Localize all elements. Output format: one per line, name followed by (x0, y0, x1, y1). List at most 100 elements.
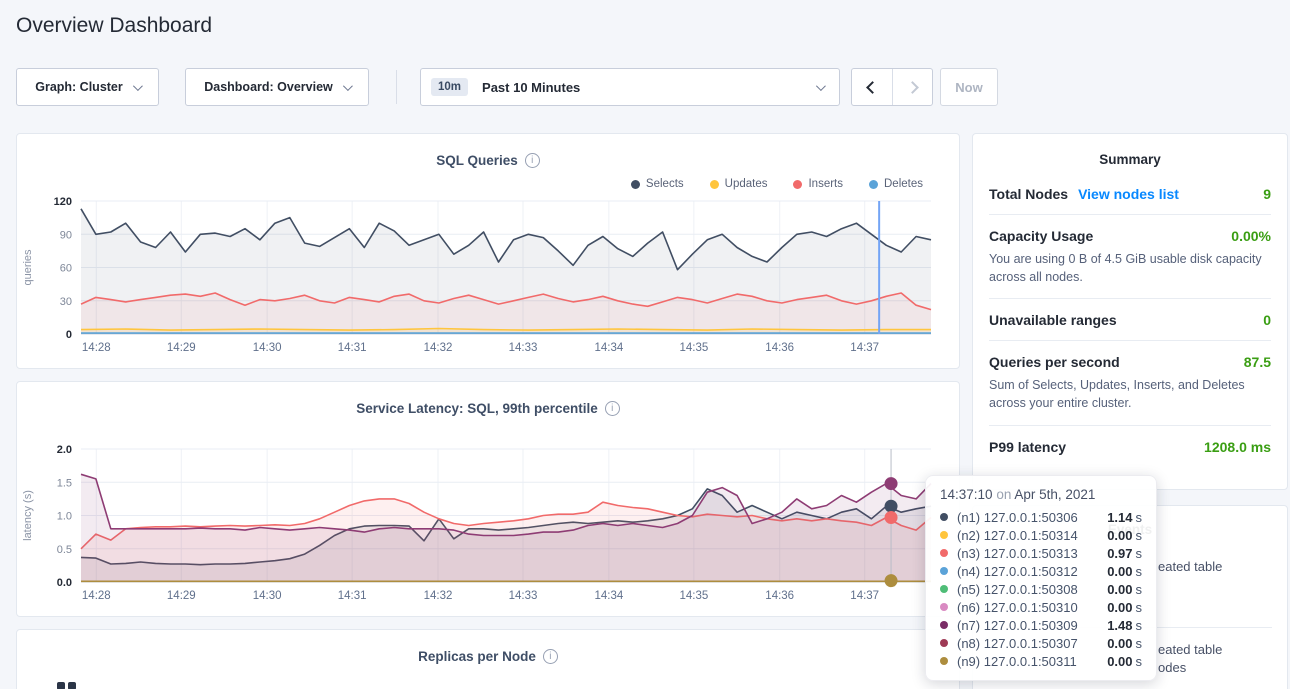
svg-text:14:37: 14:37 (850, 590, 879, 602)
svg-text:queries: queries (22, 249, 34, 286)
summary-row-queries-per-second: Queries per second 87.5 Sum of Selects, … (989, 341, 1271, 425)
tooltip-node-row: (n2) 127.0.0.1:503140.00s (940, 526, 1142, 544)
node-latency-value: 0.97 (1107, 546, 1132, 561)
tooltip-node-row: (n5) 127.0.0.1:503080.00s (940, 580, 1142, 598)
node-color-dot (940, 531, 948, 539)
tooltip-node-row: (n8) 127.0.0.1:503070.00s (940, 634, 1142, 652)
chevron-down-icon (816, 81, 826, 91)
svg-text:14:28: 14:28 (82, 590, 111, 602)
legend-dot (869, 180, 878, 189)
svg-text:120: 120 (54, 196, 72, 208)
chevron-right-icon (906, 81, 919, 94)
svg-text:60: 60 (60, 263, 72, 275)
time-range-dropdown[interactable]: 10m Past 10 Minutes (420, 68, 840, 106)
node-latency-value: 0.00 (1107, 582, 1132, 597)
time-range-badge: 10m (431, 78, 468, 96)
node-address: (n9) 127.0.0.1:50311 (957, 654, 1107, 669)
service-latency-chart-card: Service Latency: SQL, 99th percentile i … (16, 381, 960, 617)
node-address: (n4) 127.0.0.1:50312 (957, 564, 1107, 579)
p99-latency-value: 1208.0 ms (1204, 439, 1271, 455)
queries-per-second-description: Sum of Selects, Updates, Inserts, and De… (989, 376, 1271, 412)
node-latency-value: 0.00 (1107, 654, 1132, 669)
svg-text:0: 0 (66, 329, 72, 341)
dashboard-dropdown[interactable]: Dashboard: Overview (185, 68, 369, 106)
summary-row-unavailable-ranges: Unavailable ranges 0 (989, 299, 1271, 341)
node-address: (n3) 127.0.0.1:50313 (957, 546, 1107, 561)
prev-time-button[interactable] (852, 69, 892, 105)
svg-text:14:37: 14:37 (850, 342, 879, 354)
tooltip-node-row: (n6) 127.0.0.1:503100.00s (940, 598, 1142, 616)
tooltip-node-row: (n3) 127.0.0.1:503130.97s (940, 544, 1142, 562)
svg-text:0.5: 0.5 (57, 544, 72, 556)
service-latency-chart-plot[interactable]: 14:2814:2914:3014:3114:3214:3314:3414:35… (17, 437, 961, 618)
tooltip-timestamp: 14:37:10 on Apr 5th, 2021 (940, 487, 1142, 502)
svg-text:14:31: 14:31 (338, 342, 367, 354)
svg-text:14:34: 14:34 (594, 590, 623, 602)
graph-dropdown[interactable]: Graph: Cluster (16, 68, 159, 106)
svg-text:14:30: 14:30 (253, 342, 282, 354)
node-latency-value: 0.00 (1107, 564, 1132, 579)
view-nodes-list-link[interactable]: View nodes list (1078, 186, 1179, 202)
svg-text:14:32: 14:32 (424, 590, 453, 602)
page-title: Overview Dashboard (16, 14, 212, 38)
chevron-down-icon (133, 81, 143, 91)
event-row-fragment[interactable]: odes (1158, 660, 1186, 675)
node-latency-value: 1.14 (1107, 510, 1132, 525)
toolbar-divider (396, 70, 397, 104)
replicas-per-node-chart-title: Replicas per Node i (17, 649, 959, 664)
event-row-fragment[interactable]: eated table (1158, 642, 1222, 657)
node-color-dot (940, 621, 948, 629)
legend-dot (710, 180, 719, 189)
svg-text:90: 90 (60, 229, 72, 241)
svg-text:latency (s): latency (s) (22, 490, 34, 541)
sql-queries-chart-title: SQL Queries i (17, 153, 959, 168)
svg-text:14:35: 14:35 (679, 342, 708, 354)
info-icon[interactable]: i (525, 153, 540, 168)
svg-text:2.0: 2.0 (57, 444, 72, 456)
node-address: (n1) 127.0.0.1:50306 (957, 510, 1107, 525)
node-latency-value: 0.00 (1107, 528, 1132, 543)
node-latency-value: 0.00 (1107, 600, 1132, 615)
capacity-usage-value: 0.00% (1231, 228, 1271, 244)
svg-text:14:34: 14:34 (594, 342, 623, 354)
dashboard-dropdown-label: Dashboard: Overview (204, 80, 333, 94)
sql-queries-chart-plot[interactable]: 14:2814:2914:3014:3114:3214:3314:3414:35… (17, 189, 961, 370)
next-time-button[interactable] (892, 69, 932, 105)
node-address: (n8) 127.0.0.1:50307 (957, 636, 1107, 651)
legend-dot (793, 180, 802, 189)
info-icon[interactable]: i (543, 649, 558, 664)
event-row-fragment[interactable]: eated table (1158, 559, 1222, 574)
node-latency-value: 1.48 (1107, 618, 1132, 633)
graph-dropdown-label: Graph: Cluster (35, 80, 123, 94)
chart-hover-tooltip: 14:37:10 on Apr 5th, 2021 (n1) 127.0.0.1… (925, 475, 1157, 681)
clipped-legend-mark (57, 682, 65, 689)
overview-dashboard-page: Overview Dashboard Graph: Cluster Dashbo… (0, 0, 1290, 689)
svg-text:14:35: 14:35 (679, 590, 708, 602)
time-range-label: Past 10 Minutes (482, 80, 816, 95)
node-color-dot (940, 639, 948, 647)
queries-per-second-value: 87.5 (1244, 354, 1271, 370)
chevron-left-icon (866, 81, 879, 94)
node-color-dot (940, 585, 948, 593)
svg-text:14:31: 14:31 (338, 590, 367, 602)
summary-row-total-nodes: Total Nodes View nodes list 9 (989, 173, 1271, 215)
time-pager (851, 68, 933, 106)
unavailable-ranges-value: 0 (1263, 312, 1271, 328)
sql-queries-chart-card: SQL Queries i Selects Updates Inserts De… (16, 133, 960, 369)
svg-text:1.5: 1.5 (57, 477, 72, 489)
svg-text:14:36: 14:36 (765, 590, 794, 602)
tooltip-node-row: (n9) 127.0.0.1:503110.00s (940, 652, 1142, 670)
summary-title: Summary (973, 134, 1287, 173)
svg-text:14:28: 14:28 (82, 342, 111, 354)
node-color-dot (940, 513, 948, 521)
now-button[interactable]: Now (940, 68, 998, 106)
capacity-usage-description: You are using 0 B of 4.5 GiB usable disk… (989, 250, 1271, 286)
summary-row-capacity-usage: Capacity Usage 0.00% You are using 0 B o… (989, 215, 1271, 299)
node-color-dot (940, 603, 948, 611)
svg-text:14:29: 14:29 (167, 590, 196, 602)
svg-text:30: 30 (60, 296, 72, 308)
info-icon[interactable]: i (605, 401, 620, 416)
node-address: (n6) 127.0.0.1:50310 (957, 600, 1107, 615)
node-address: (n2) 127.0.0.1:50314 (957, 528, 1107, 543)
node-address: (n5) 127.0.0.1:50308 (957, 582, 1107, 597)
